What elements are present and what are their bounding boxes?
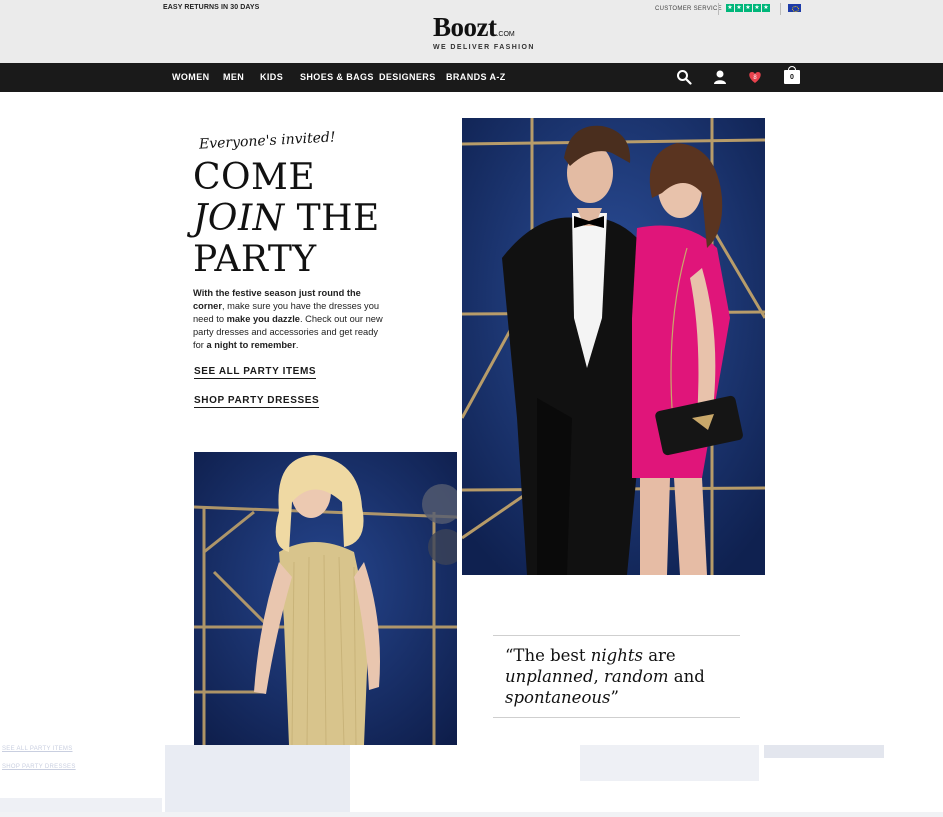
- nav-brands-az[interactable]: BRANDS A-Z: [446, 72, 506, 82]
- nav-kids[interactable]: KIDS: [260, 72, 283, 82]
- cart-count: 0: [790, 74, 794, 81]
- top-header: EASY RETURNS IN 30 DAYS Boozt.COM WE DEL…: [0, 0, 943, 63]
- headline-the: THE: [284, 198, 380, 239]
- returns-notice[interactable]: EASY RETURNS IN 30 DAYS: [163, 4, 259, 11]
- quote-divider-bottom: [493, 717, 740, 718]
- couple-party-photo[interactable]: [462, 118, 765, 575]
- body-text-bold: corner: [193, 301, 222, 311]
- cart-icon[interactable]: 0: [784, 66, 800, 84]
- quote-text: “The best: [505, 646, 591, 665]
- gold-jumpsuit-photo[interactable]: [194, 452, 457, 745]
- logo-main: Boozt: [433, 12, 497, 42]
- logo-suffix: .COM: [496, 31, 515, 38]
- nav-men[interactable]: MEN: [223, 72, 244, 82]
- body-text: .: [295, 340, 299, 350]
- eu-flag-icon[interactable]: [788, 4, 801, 12]
- body-text-bold: make you dazzle: [226, 314, 300, 324]
- star-icon: ★: [744, 4, 752, 12]
- quote-text: are: [642, 646, 676, 665]
- pull-quote: “The best nights are unplanned, random a…: [505, 645, 735, 708]
- quote-text-italic: unplanned: [505, 667, 594, 686]
- header-divider: [718, 3, 719, 15]
- headline-line-1: COME: [193, 157, 316, 198]
- see-all-party-items-link[interactable]: SEE ALL PARTY ITEMS: [194, 366, 317, 379]
- headline-line-2: JOIN THE: [193, 198, 380, 239]
- nav-designers[interactable]: DESIGNERS: [379, 72, 436, 82]
- star-icon: ★: [735, 4, 743, 12]
- headline-join: JOIN: [193, 198, 285, 239]
- quote-text: ,: [593, 667, 605, 686]
- star-icon: ★: [753, 4, 761, 12]
- quote-text-italic: nights: [590, 646, 643, 665]
- quote-text: and: [668, 667, 705, 686]
- quote-divider-top: [493, 635, 740, 636]
- page-title: COME JOIN THE PARTY: [193, 157, 380, 280]
- nav-women[interactable]: WOMEN: [172, 72, 210, 82]
- ghost-shop-dresses-link[interactable]: SHOP PARTY DRESSES: [2, 764, 76, 770]
- body-text-bold: a night to remember: [206, 340, 296, 350]
- user-icon[interactable]: [712, 69, 728, 85]
- quote-text-italic: random: [604, 667, 669, 686]
- customer-service-link[interactable]: CUSTOMER SERVICE: [655, 6, 722, 12]
- ghost-see-all-link[interactable]: SEE ALL PARTY ITEMS: [2, 746, 73, 752]
- heart-icon[interactable]: 8: [747, 69, 763, 85]
- hero-description: With the festive season just round the c…: [193, 287, 388, 352]
- headline-line-3: PARTY: [193, 239, 317, 280]
- ghost-footer-strip: [0, 812, 943, 817]
- body-text-bold: With the festive season just round the: [193, 288, 361, 298]
- nav-shoes-bags[interactable]: SHOES & BAGS: [300, 72, 374, 82]
- ghost-photo-placeholder: [165, 745, 350, 817]
- main-navigation: WOMEN MEN KIDS SHOES & BAGS DESIGNERS BR…: [0, 63, 943, 92]
- shop-party-dresses-link[interactable]: SHOP PARTY DRESSES: [194, 395, 320, 408]
- search-icon[interactable]: [676, 69, 692, 85]
- quote-text: ”: [610, 688, 619, 707]
- script-tagline: Everyone's invited!: [198, 129, 336, 153]
- star-icon: ★: [726, 4, 734, 12]
- boozt-logo[interactable]: Boozt.COM: [433, 12, 515, 43]
- star-icon: ★: [762, 4, 770, 12]
- ghost-photo-placeholder: [580, 745, 759, 781]
- star-rating-icon[interactable]: ★ ★ ★ ★ ★: [726, 4, 770, 12]
- logo-tagline: WE DELIVER FASHION: [433, 44, 535, 51]
- header-divider: [780, 3, 781, 15]
- ghost-photo-placeholder: [764, 745, 884, 758]
- quote-text-italic: spontaneous: [505, 688, 611, 707]
